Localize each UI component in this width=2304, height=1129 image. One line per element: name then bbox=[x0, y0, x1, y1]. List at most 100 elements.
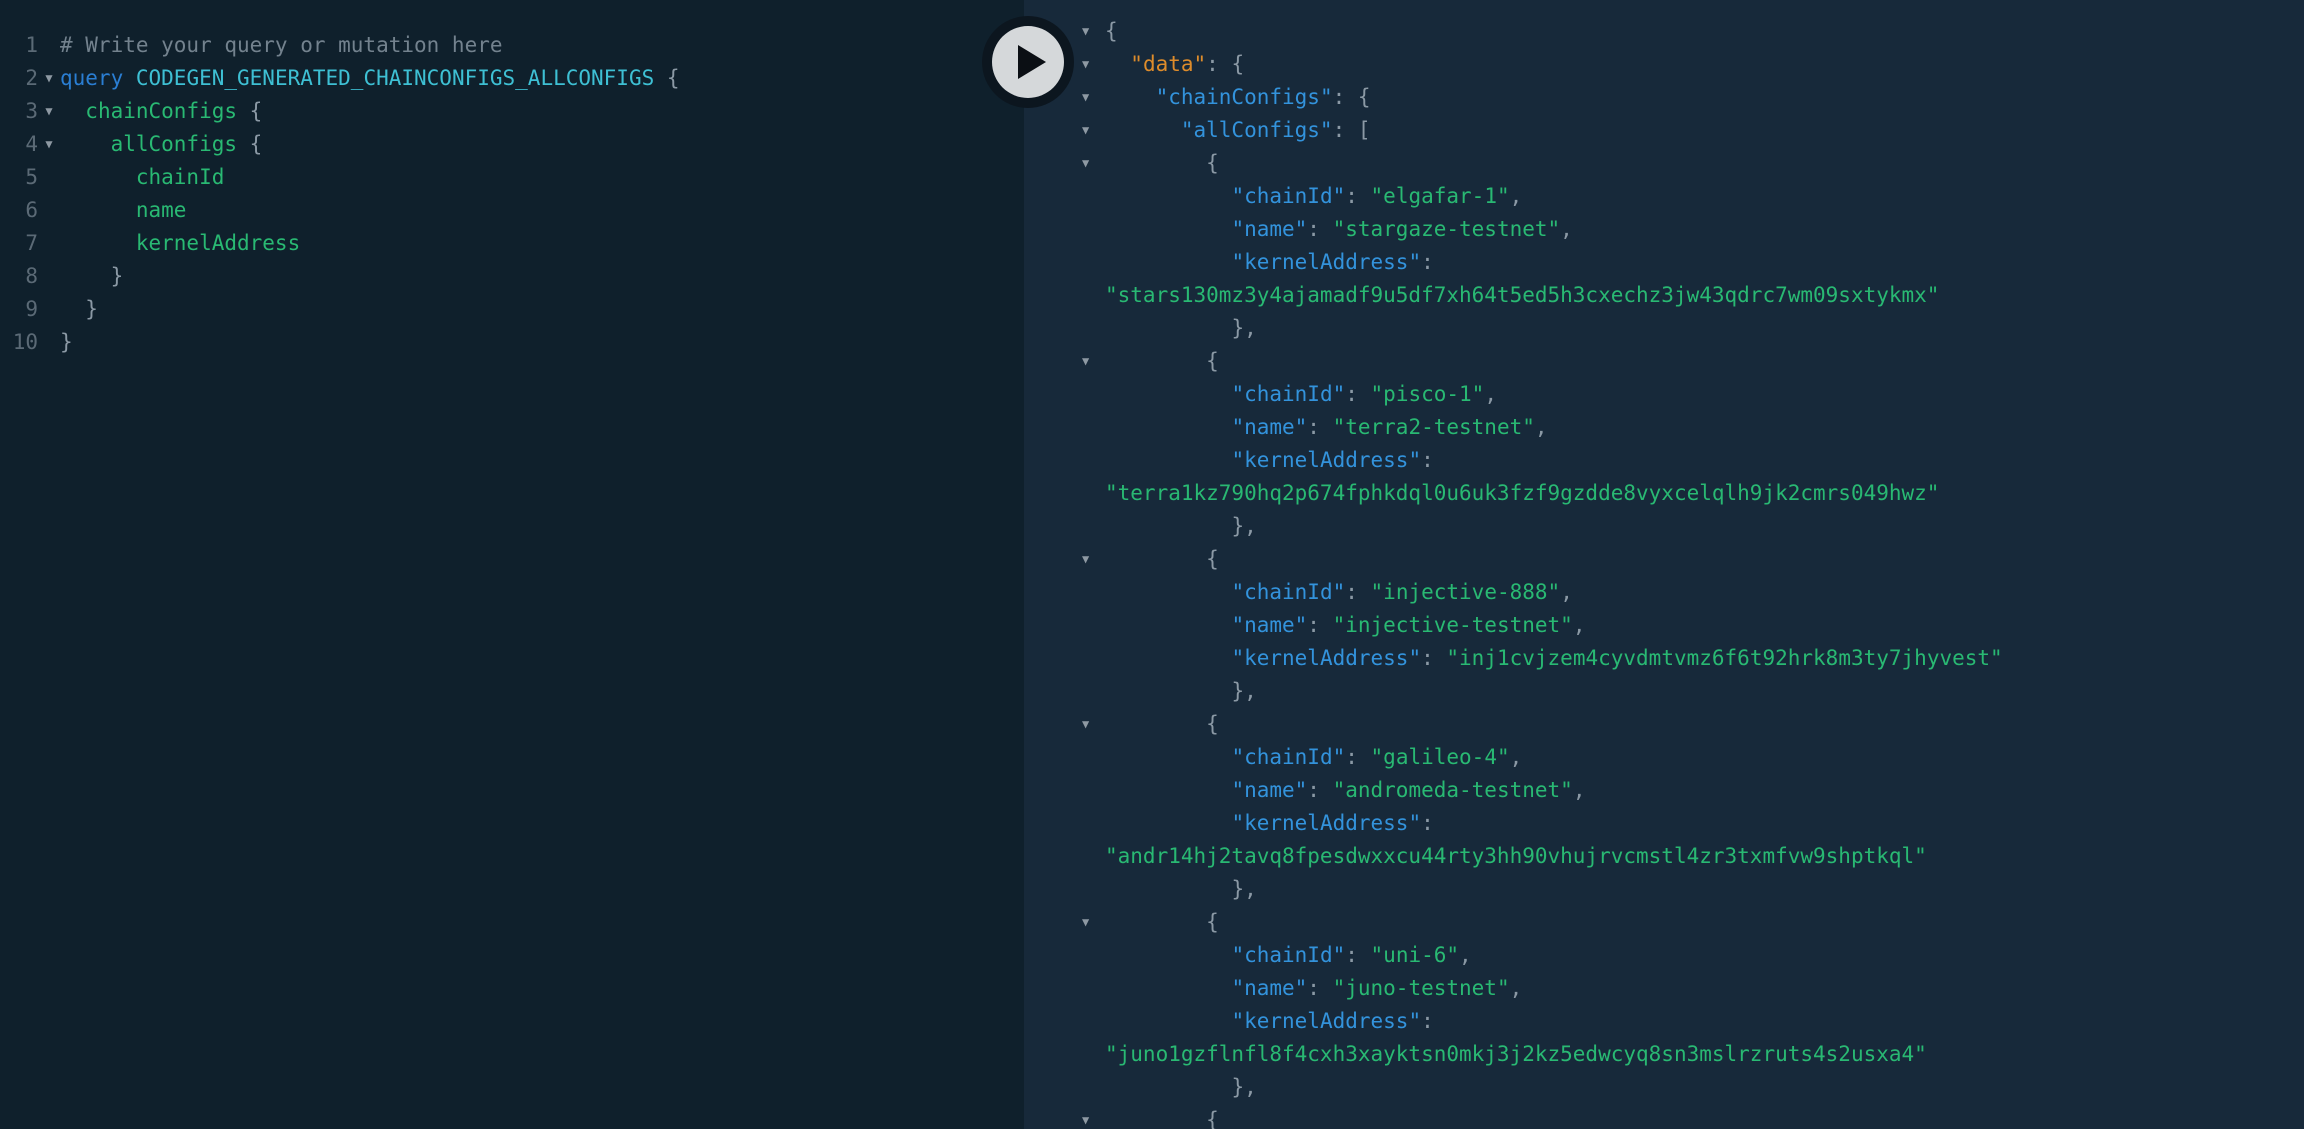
response-line: ▼{ bbox=[1024, 15, 2304, 48]
editor-line[interactable]: 6 name bbox=[0, 194, 1024, 227]
fold-arrow-icon[interactable]: ▼ bbox=[1024, 543, 1105, 576]
token-string: "terra2-testnet" bbox=[1332, 415, 1535, 439]
token-punct: : bbox=[1345, 745, 1371, 769]
line-number: 3 bbox=[25, 99, 38, 123]
response-line: "terra1kz790hq2p674fphkdql0u6uk3fzf9gzdd… bbox=[1024, 477, 2304, 510]
token-key: "chainId" bbox=[1231, 745, 1346, 769]
code-text: } bbox=[60, 326, 73, 359]
code-text: query CODEGEN_GENERATED_CHAINCONFIGS_ALL… bbox=[60, 62, 680, 95]
token-string: "stargaze-testnet" bbox=[1332, 217, 1561, 241]
token-punct: } bbox=[60, 330, 73, 354]
token-key: "kernelAddress" bbox=[1231, 811, 1422, 835]
line-number: 10 bbox=[12, 330, 38, 354]
fold-arrow-icon[interactable]: ▼ bbox=[1024, 345, 1105, 378]
editor-line[interactable]: 10} bbox=[0, 326, 1024, 359]
token-punct: { bbox=[1105, 19, 1118, 43]
query-editor-lines[interactable]: 1 # Write your query or mutation here 2 ▼ qu… bbox=[0, 29, 1024, 359]
code-text: "kernelAddress": bbox=[1105, 246, 1433, 279]
editor-line[interactable]: 7 kernelAddress bbox=[0, 227, 1024, 260]
token-key: "chainConfigs" bbox=[1155, 85, 1333, 109]
editor-line[interactable]: 3 ▼ chainConfigs { bbox=[0, 95, 1024, 128]
fold-arrow-icon[interactable]: ▼ bbox=[1024, 147, 1105, 180]
play-icon bbox=[1018, 45, 1046, 79]
token-punct: { bbox=[1206, 151, 1219, 175]
token-punct: , bbox=[1459, 943, 1472, 967]
editor-line[interactable]: 5 chainId bbox=[0, 161, 1024, 194]
token-key: "name" bbox=[1231, 217, 1308, 241]
code-text: chainId bbox=[60, 161, 225, 194]
fold-arrow-icon[interactable]: ▼ bbox=[1024, 1104, 1105, 1129]
code-text: "stars130mz3y4ajamadf9u5df7xh64t5ed5h3cx… bbox=[1105, 279, 1939, 312]
token-string: "injective-testnet" bbox=[1332, 613, 1573, 637]
code-text: }, bbox=[1105, 1071, 1256, 1104]
token-punct: : bbox=[1307, 217, 1333, 241]
token-punct: { bbox=[1206, 349, 1219, 373]
line-number: 7 bbox=[25, 231, 38, 255]
code-text: "chainId": "uni-6", bbox=[1105, 939, 1472, 972]
code-text: "chainId": "pisco-1", bbox=[1105, 378, 1497, 411]
response-line: "name": "andromeda-testnet", bbox=[1024, 774, 2304, 807]
editor-line[interactable]: 8 } bbox=[0, 260, 1024, 293]
code-text: "name": "terra2-testnet", bbox=[1105, 411, 1547, 444]
token-key: "name" bbox=[1231, 778, 1308, 802]
response-line: "andr14hj2tavq8fpesdwxxcu44rty3hh90vhujr… bbox=[1024, 840, 2304, 873]
editor-line[interactable]: 1 # Write your query or mutation here bbox=[0, 29, 1024, 62]
code-text: "kernelAddress": bbox=[1105, 1005, 1433, 1038]
fold-arrow-icon[interactable]: ▼ bbox=[38, 128, 60, 161]
code-text: "kernelAddress": bbox=[1105, 807, 1433, 840]
token-punct: : bbox=[1345, 943, 1371, 967]
line-number: 6 bbox=[25, 198, 38, 222]
fold-arrow-icon[interactable]: ▼ bbox=[38, 95, 60, 128]
token-punct: , bbox=[1560, 217, 1573, 241]
code-text: "data": { bbox=[1105, 48, 1244, 81]
code-text: "allConfigs": [ bbox=[1105, 114, 1371, 147]
response-line: ▼ { bbox=[1024, 1104, 2304, 1129]
code-text: { bbox=[1105, 1104, 1219, 1129]
token-punct: { bbox=[666, 66, 680, 90]
fold-arrow-icon[interactable]: ▼ bbox=[1024, 114, 1105, 147]
token-key: "kernelAddress" bbox=[1231, 1009, 1422, 1033]
code-text: { bbox=[1105, 15, 1118, 48]
token-punct: { bbox=[1206, 1108, 1219, 1129]
token-punct: : bbox=[1345, 184, 1371, 208]
token-punct: : { bbox=[1206, 52, 1245, 76]
editor-line[interactable]: 4 ▼ allConfigs { bbox=[0, 128, 1024, 161]
token-punct: : [ bbox=[1332, 118, 1371, 142]
code-text: "name": "andromeda-testnet", bbox=[1105, 774, 1585, 807]
token-punct: { bbox=[249, 99, 263, 123]
code-text: "chainConfigs": { bbox=[1105, 81, 1371, 114]
fold-arrow-icon[interactable]: ▼ bbox=[1024, 906, 1105, 939]
fold-arrow-icon[interactable]: ▼ bbox=[38, 62, 60, 95]
token-key: "kernelAddress" bbox=[1231, 250, 1422, 274]
response-line: "chainId": "elgafar-1", bbox=[1024, 180, 2304, 213]
token-key: "chainId" bbox=[1231, 184, 1346, 208]
code-text: "chainId": "galileo-4", bbox=[1105, 741, 1522, 774]
response-line: ▼ { bbox=[1024, 147, 2304, 180]
execute-query-button[interactable] bbox=[982, 16, 1074, 108]
token-string: "inj1cvjzem4cyvdmtvmz6f6t92hrk8m3ty7jhyv… bbox=[1446, 646, 2003, 670]
code-text: kernelAddress bbox=[60, 227, 300, 260]
token-key: "chainId" bbox=[1231, 943, 1346, 967]
token-punct: , bbox=[1509, 976, 1523, 1000]
editor-line[interactable]: 2 ▼ query CODEGEN_GENERATED_CHAINCONFIGS_A… bbox=[0, 62, 1024, 95]
fold-arrow-icon[interactable]: ▼ bbox=[1024, 708, 1105, 741]
editor-line[interactable]: 9 } bbox=[0, 293, 1024, 326]
token-keyword: query bbox=[60, 66, 124, 90]
query-editor-pane[interactable]: 1 # Write your query or mutation here 2 ▼ qu… bbox=[0, 0, 1024, 1129]
token-key: "name" bbox=[1231, 415, 1308, 439]
response-line: ▼ { bbox=[1024, 906, 2304, 939]
